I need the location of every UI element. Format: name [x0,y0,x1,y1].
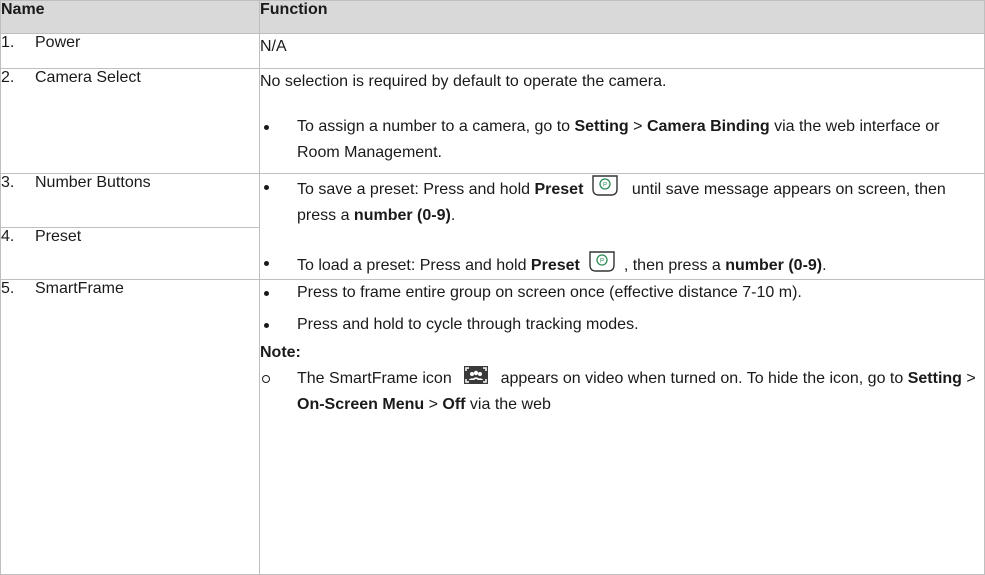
bullet-text: To assign a number to a camera, go to [297,118,575,135]
function-cell: To save a preset: Press and hold Preset P… [259,173,985,280]
bullet-text: To save a preset: Press and hold [297,181,535,198]
function-text: N/A [260,38,287,55]
svg-text:P: P [600,259,604,265]
bullet-text: appears on video when turned on. To hide… [496,370,908,387]
table-row: 2. Camera Select No selection is required… [0,68,985,174]
bullet-item: Press to frame entire group on screen on… [260,280,984,306]
row-name: Camera Select [35,69,141,86]
row-name: Number Buttons [35,174,151,191]
bullet-item: To save a preset: Press and hold Preset P… [260,174,984,229]
bullet-text: Press and hold to cycle through tracking… [297,316,639,333]
name-cell: 3. Number Buttons [0,172,260,229]
bullet-text: via the web [465,396,551,413]
name-cell: 1. Power [0,33,260,69]
smartframe-icon [464,366,489,384]
function-cell: Press to frame entire group on screen on… [259,279,985,575]
sub-bullet-item: The SmartFrame icon appears on video whe… [260,366,984,418]
bold-text: Setting [574,118,629,135]
bullet-dot [264,291,269,296]
bullet-text: > [424,396,443,413]
function-cell: No selection is required by default to o… [259,68,985,174]
row-number: 2. [1,69,15,86]
function-cell: N/A [259,33,985,69]
name-cell: 2. Camera Select [0,68,260,174]
name-cell: 4. Preset [0,227,260,280]
svg-text:P: P [603,183,607,189]
bullet-item: To load a preset: Press and hold Preset P… [260,250,984,279]
row-name: Preset [35,228,82,246]
row-number: 3. [1,174,15,191]
sub-bullet-ring [262,375,270,383]
bold-text: Note: [260,344,301,361]
row-name: SmartFrame [35,280,124,297]
table-row: 5. SmartFrame Press to frame entire group… [0,279,985,575]
bullet-text: . [450,207,456,224]
bold-text: Setting [907,370,962,387]
bullet-dot [264,261,269,266]
preset-button-icon: P [592,175,619,196]
table-row: 1. Power N/A [0,33,985,69]
row-number: 5. [1,280,15,297]
bullet-text: To load a preset: Press and hold [297,257,531,274]
bold-text: number (0-9) [725,257,823,274]
table-row: 3. Number Buttons To save a preset: Press… [0,172,985,280]
bold-text: Camera Binding [646,118,770,135]
name-cell: 5. SmartFrame [0,279,260,575]
function-table: Name Function 1. Power N/A 2. Camera Selec… [0,0,985,575]
header-name: Name [0,0,260,34]
bullet-text: The SmartFrame icon [297,370,457,387]
header-function: Function [259,0,985,34]
bold-text: number (0-9) [353,207,451,224]
bullet-text: Press to frame entire group on screen on… [297,284,802,301]
bold-text: Preset [534,181,584,198]
row-number: 1. [1,34,15,51]
bold-text: Preset [530,257,580,274]
row-number: 4. [1,228,15,246]
bullet-text: . [822,257,827,274]
bullet-item: Press and hold to cycle through tracking… [260,312,984,338]
header-row: Name Function [0,0,985,34]
row-name: Power [35,34,81,51]
bullet-text: > [628,118,647,135]
bold-text: Off [442,396,466,413]
bullet-text: > [961,370,976,387]
note-label: Note: [260,340,984,366]
bullet-item: To assign a number to a camera, go to Se… [260,114,984,166]
bold-text: On-Screen Menu [297,396,425,413]
bullet-dot [264,185,269,190]
function-text: No selection is required by default to o… [260,73,667,90]
bullet-dot [264,323,269,328]
preset-button-icon: P [589,251,615,272]
bullet-text: , then press a [623,257,726,274]
bullet-dot [264,125,269,130]
